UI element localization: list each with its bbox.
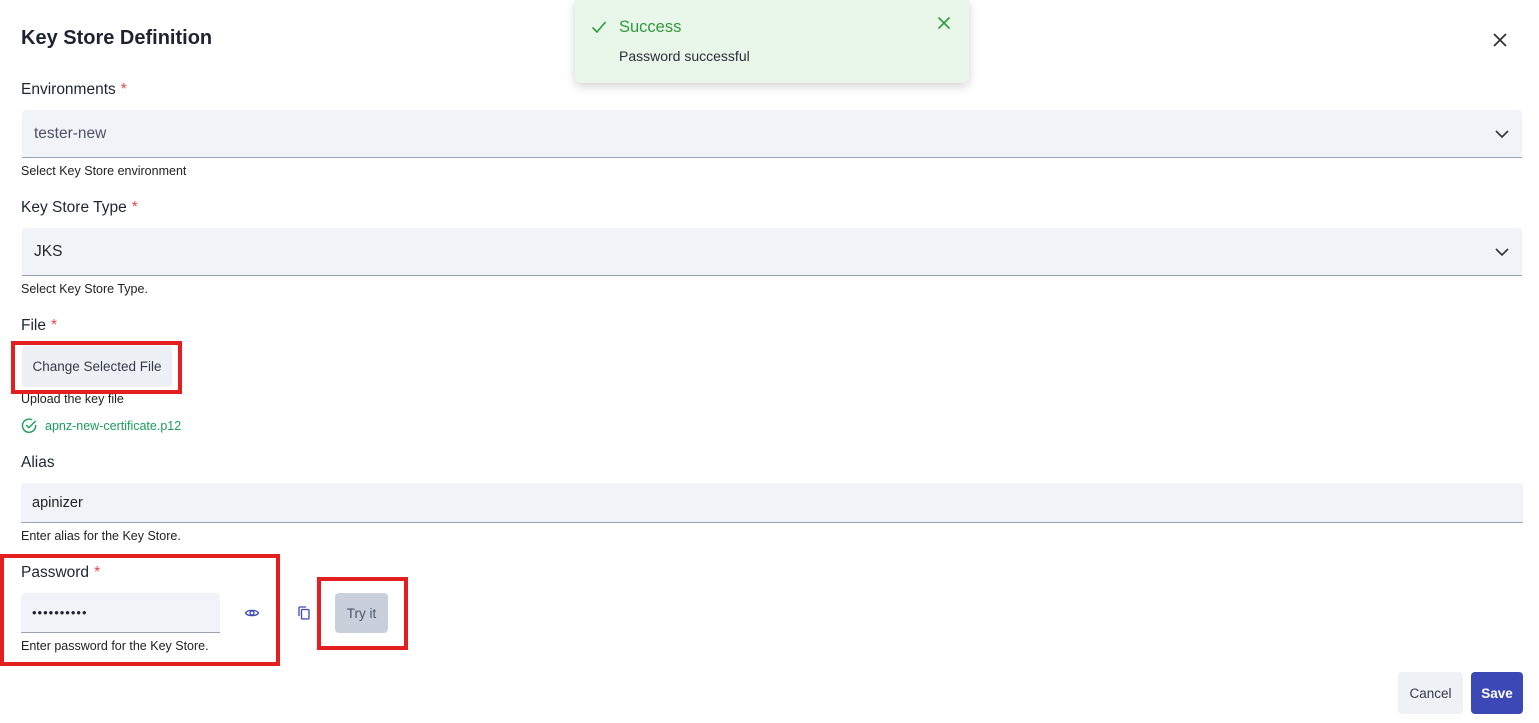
- alias-value: apinizer: [32, 494, 83, 511]
- eye-icon: [244, 609, 260, 617]
- alias-label: Alias: [21, 454, 55, 471]
- check-icon: [591, 21, 607, 34]
- close-icon: [937, 16, 951, 30]
- close-icon: [1493, 33, 1507, 47]
- copy-icon: [298, 606, 310, 620]
- selected-filename: apnz-new-certificate.p12: [45, 418, 182, 433]
- required-mark: *: [120, 81, 127, 98]
- alias-input[interactable]: apinizer: [21, 483, 1523, 523]
- copy-password-button[interactable]: [295, 604, 313, 622]
- environments-value: tester-new: [34, 124, 107, 142]
- keystore-type-value: JKS: [34, 242, 63, 260]
- toast-title: Success: [619, 18, 682, 36]
- dialog-title: Key Store Definition: [21, 27, 213, 49]
- environments-helper: Select Key Store environment: [21, 164, 187, 178]
- required-mark: *: [50, 317, 58, 334]
- try-highlight-box: [317, 577, 408, 650]
- required-mark: *: [131, 199, 138, 216]
- cancel-button[interactable]: Cancel: [1398, 672, 1463, 714]
- keystore-type-helper: Select Key Store Type.: [21, 282, 148, 296]
- check-circle-icon: [21, 418, 37, 433]
- chevron-down-icon: [1495, 129, 1509, 138]
- environments-select[interactable]: tester-new: [22, 110, 1522, 158]
- keystore-type-select[interactable]: JKS: [22, 228, 1522, 276]
- selected-file: apnz-new-certificate.p12: [21, 417, 181, 434]
- close-dialog-button[interactable]: [1488, 28, 1512, 52]
- toast-close-button[interactable]: [936, 15, 952, 31]
- password-highlight-box: [0, 554, 280, 666]
- save-button[interactable]: Save: [1471, 672, 1523, 714]
- file-label: File *: [21, 317, 58, 334]
- toast-message: Password successful: [619, 48, 750, 64]
- file-helper: Upload the key file: [21, 392, 124, 406]
- show-password-button[interactable]: [243, 604, 261, 622]
- success-toast: Success Password successful: [575, 0, 969, 83]
- keystore-type-label: Key Store Type *: [21, 199, 138, 216]
- alias-helper: Enter alias for the Key Store.: [21, 529, 181, 543]
- file-highlight-box: [11, 341, 182, 394]
- chevron-down-icon: [1495, 247, 1509, 256]
- environments-label: Environments *: [21, 81, 127, 98]
